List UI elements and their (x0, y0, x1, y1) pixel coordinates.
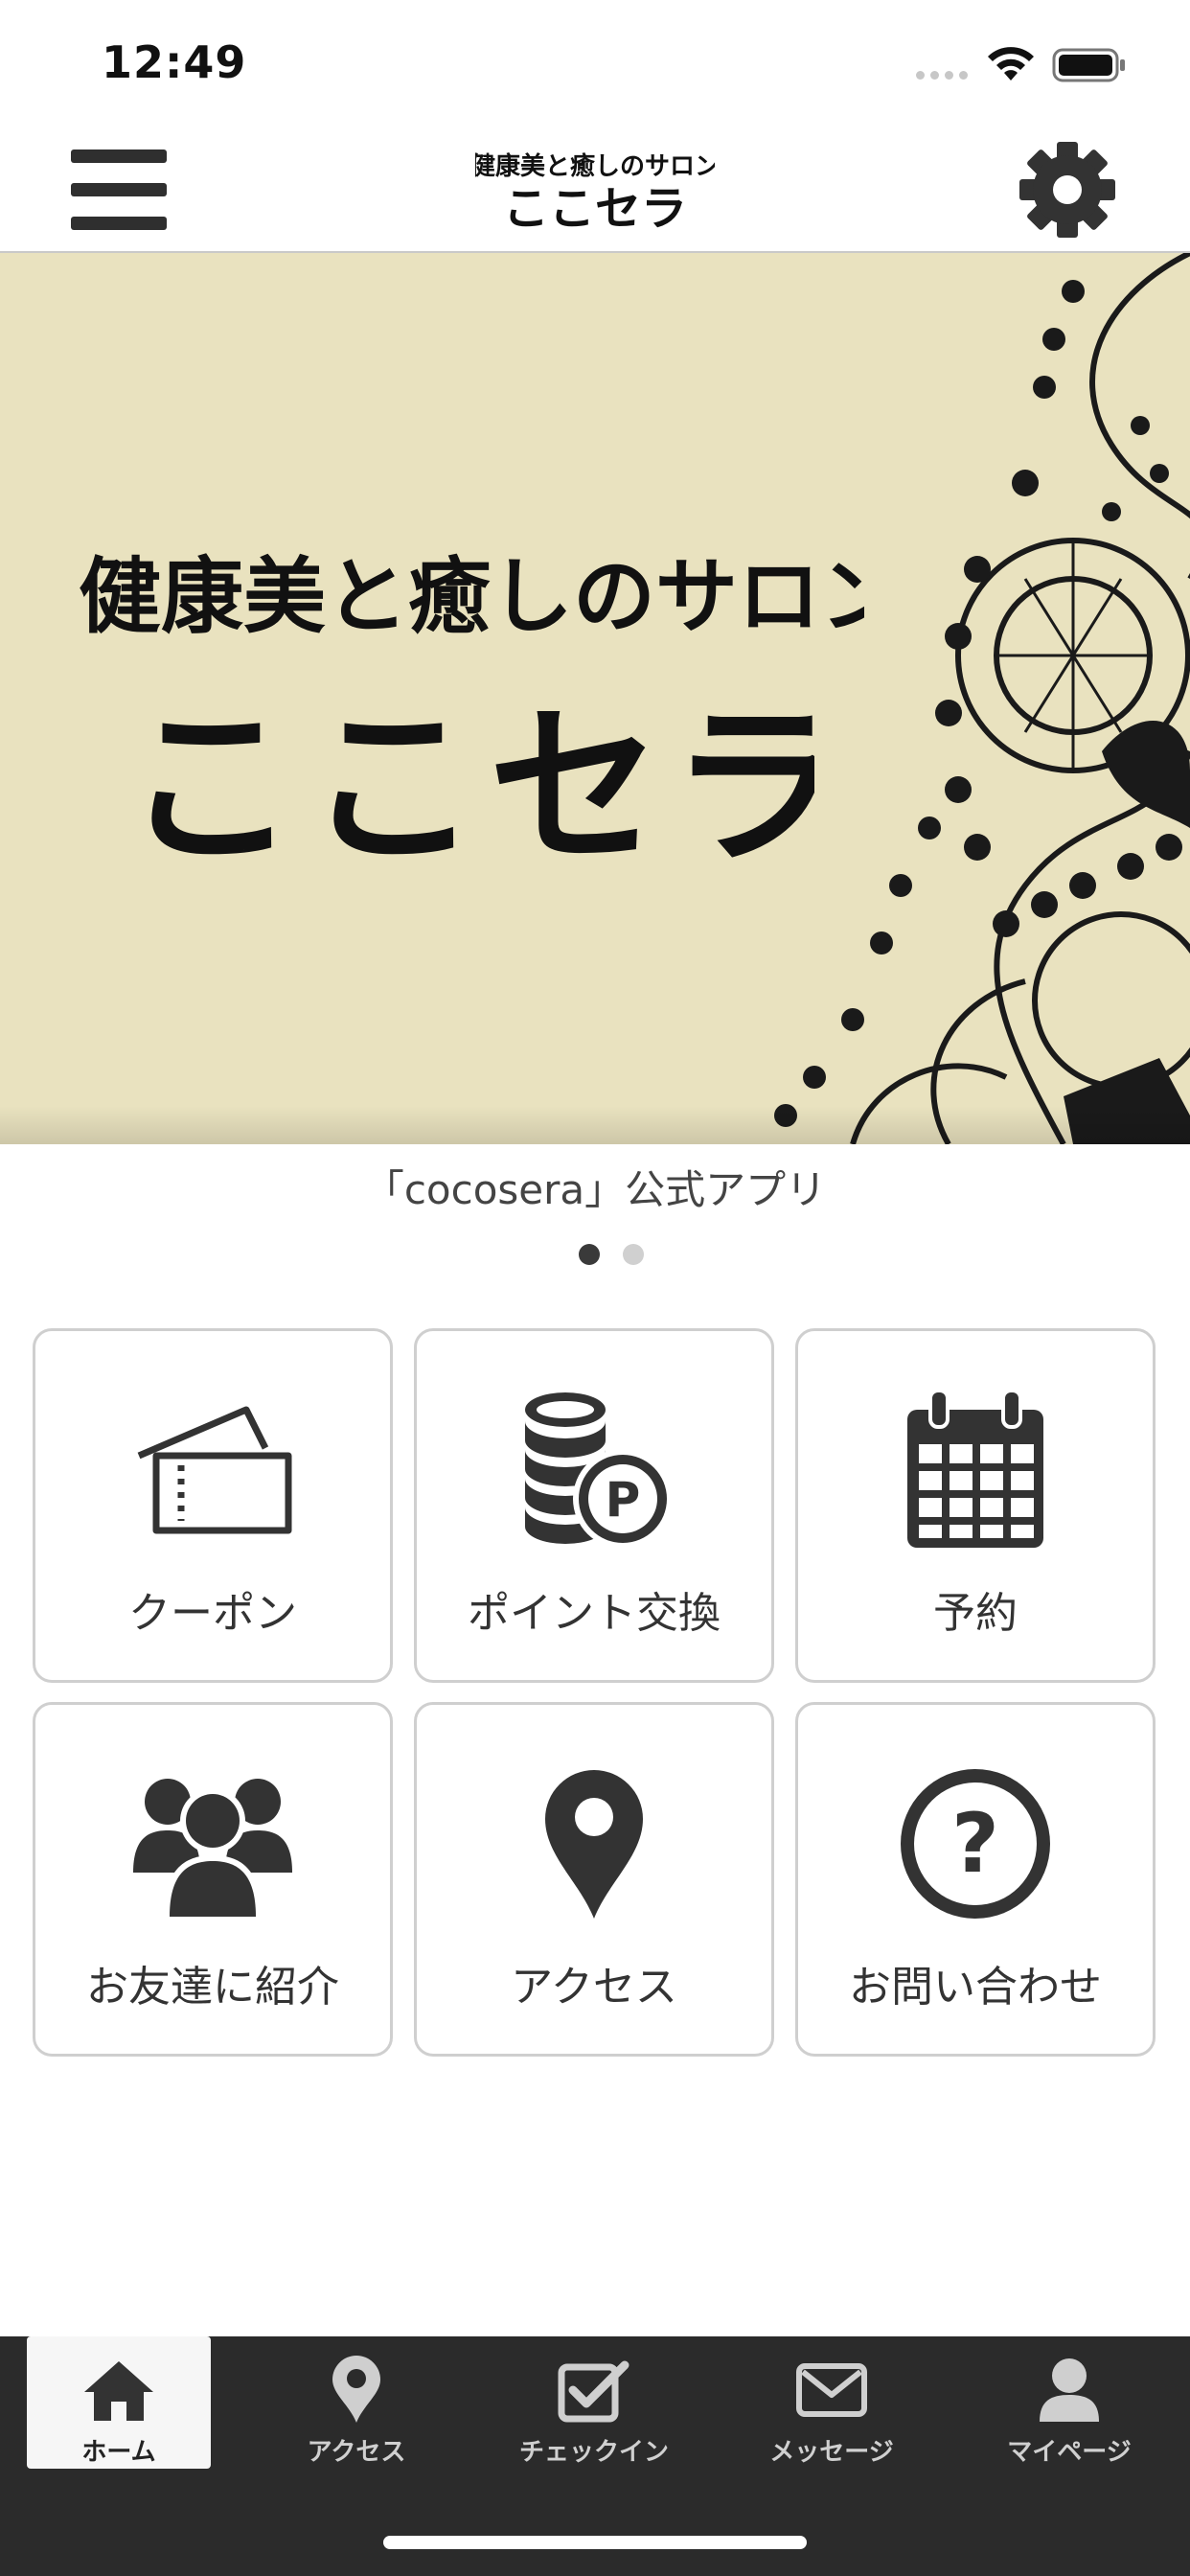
tab-mypage[interactable]: マイページ (977, 2336, 1161, 2469)
banner-title-line1: 健康美と癒しのサロン (79, 548, 864, 645)
tile-point-exchange[interactable]: P ポイント交換 (414, 1328, 774, 1683)
question-circle-icon: ? (901, 1769, 1050, 1919)
tab-access[interactable]: アクセス (264, 2336, 448, 2469)
svg-text:P: P (606, 1472, 641, 1528)
carousel-page-indicator[interactable] (579, 1244, 644, 1265)
nav-bar: 健康美と癒しのサロン ここセラ (0, 126, 1190, 253)
banner-bottom-shade (0, 1106, 1190, 1144)
tile-reservation[interactable]: 予約 (795, 1328, 1156, 1683)
tab-message-label: メッセージ (769, 2438, 894, 2467)
logo-line2: ここセラ (503, 182, 687, 236)
envelope-icon (796, 2363, 867, 2417)
battery-icon (1052, 48, 1125, 82)
tile-contact-label: お問い合わせ (849, 1963, 1102, 2012)
carousel-dot-2[interactable] (623, 1244, 644, 1265)
cellular-signal-icon (916, 71, 968, 80)
tab-message[interactable]: メッセージ (740, 2336, 924, 2469)
banner-slide[interactable]: 健康美と癒しのサロン ここセラ (0, 253, 1190, 1144)
ticket-icon (137, 1406, 292, 1534)
tile-point-exchange-label: ポイント交換 (468, 1589, 721, 1638)
coins-point-icon: P (525, 1392, 673, 1549)
tab-home-label: ホーム (81, 2438, 156, 2467)
carousel-dot-1[interactable] (579, 1244, 600, 1265)
calendar-icon (907, 1389, 1043, 1548)
tile-access[interactable]: アクセス (414, 1702, 774, 2057)
tile-access-label: アクセス (511, 1963, 677, 2012)
hamburger-menu-icon[interactable] (71, 150, 167, 230)
home-icon (84, 2361, 153, 2421)
tile-coupon-label: クーポン (128, 1589, 297, 1638)
gear-icon[interactable] (1018, 140, 1117, 240)
tile-coupon[interactable]: クーポン (33, 1328, 393, 1683)
wifi-icon (988, 47, 1034, 80)
tile-refer-friend-label: お友達に紹介 (86, 1963, 339, 2012)
map-pin-icon (545, 1770, 643, 1919)
logo-line1: 健康美と癒しのサロン (475, 151, 715, 181)
svg-text:ここセラ: ここセラ (125, 686, 814, 886)
banner-title-line2: ここセラ (125, 686, 814, 886)
tile-reservation-label: 予約 (933, 1589, 1018, 1638)
tab-mypage-label: マイページ (1007, 2438, 1132, 2467)
tab-checkin-label: チェックイン (518, 2438, 669, 2467)
svg-text:健康美と癒しのサロン: 健康美と癒しのサロン (79, 548, 864, 645)
app-logo: 健康美と癒しのサロン ここセラ (475, 151, 715, 236)
tile-refer-friend[interactable]: お友達に紹介 (33, 1702, 393, 2057)
status-time: 12:49 (102, 36, 247, 88)
checkbox-icon (558, 2360, 629, 2423)
tab-access-label: アクセス (307, 2438, 406, 2467)
person-icon (1040, 2358, 1099, 2422)
group-icon (133, 1779, 292, 1919)
tab-home[interactable]: ホーム (27, 2336, 211, 2469)
tab-checkin[interactable]: チェックイン (502, 2336, 686, 2469)
svg-text:?: ? (951, 1796, 999, 1892)
tile-contact[interactable]: ? お問い合わせ (795, 1702, 1156, 2057)
banner-caption: 「cocosera」公式アプリ (363, 1166, 827, 1213)
status-bar: 12:49 (0, 0, 1190, 126)
home-indicator[interactable] (383, 2536, 807, 2549)
map-pin-icon (332, 2356, 380, 2423)
